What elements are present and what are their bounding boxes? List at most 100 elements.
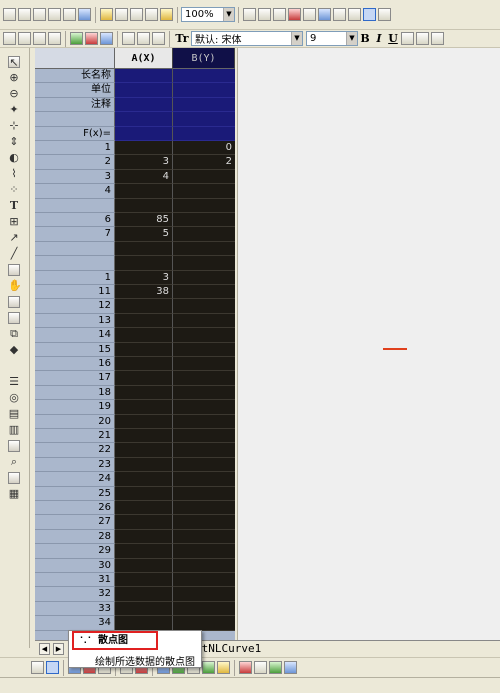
cell-a[interactable] <box>115 443 173 458</box>
bar-plot-icon[interactable] <box>239 661 252 674</box>
meta-cell-a[interactable] <box>115 97 173 113</box>
meta-cell-a[interactable] <box>115 126 173 141</box>
row-number[interactable]: 32 <box>35 587 115 602</box>
add-column-icon[interactable] <box>18 32 31 45</box>
row-number[interactable]: 15 <box>35 342 115 357</box>
cell-b[interactable] <box>173 443 235 458</box>
cell-a[interactable] <box>115 573 173 588</box>
cell-a[interactable] <box>115 385 173 401</box>
layer-icon[interactable] <box>378 8 391 21</box>
row-number[interactable]: 17 <box>35 371 115 386</box>
cell-b[interactable] <box>173 371 235 386</box>
cell-b[interactable] <box>173 256 235 271</box>
row-number[interactable]: 19 <box>35 400 115 415</box>
meta-cell-b[interactable] <box>173 83 235 98</box>
underline-button[interactable]: U <box>386 32 400 45</box>
cell-b[interactable] <box>173 213 235 228</box>
cell-b[interactable] <box>173 241 235 257</box>
tab-prev-icon[interactable]: ◀ <box>39 643 50 655</box>
zoom-select[interactable]: 100% ▼ <box>181 7 235 22</box>
cell-a[interactable] <box>115 357 173 372</box>
copy-format-icon[interactable] <box>3 32 16 45</box>
cell-b[interactable] <box>173 169 235 185</box>
cell-a[interactable] <box>115 472 173 487</box>
cell-a[interactable] <box>115 544 173 559</box>
hand-tool-icon[interactable]: ✋ <box>8 280 22 292</box>
cell-a[interactable] <box>115 501 173 516</box>
row-number[interactable]: 29 <box>35 544 115 559</box>
grid-tool-icon[interactable]: ⊞ <box>8 216 20 228</box>
cell-b[interactable] <box>173 429 235 444</box>
new-project-icon[interactable] <box>3 8 16 21</box>
row-number[interactable]: 25 <box>35 486 115 501</box>
cell-b[interactable] <box>173 357 235 372</box>
line-plot-icon[interactable] <box>31 661 44 674</box>
new-graph-icon[interactable] <box>33 8 46 21</box>
pointer-icon[interactable]: ↖ <box>8 56 20 69</box>
row-number[interactable] <box>35 198 115 213</box>
row-number[interactable]: 21 <box>35 429 115 444</box>
meta-cell-b[interactable] <box>173 126 235 141</box>
row-number[interactable]: 24 <box>35 472 115 487</box>
scatter-plot-menu-item[interactable]: · · · 散点图 <box>72 631 158 650</box>
row-number[interactable]: 34 <box>35 616 115 631</box>
screen-reader-icon[interactable]: ✦ <box>8 104 20 116</box>
3d-plot-icon[interactable] <box>284 661 297 674</box>
cell-a[interactable] <box>115 486 173 501</box>
region-icon[interactable]: ⁘ <box>8 184 20 196</box>
row-number[interactable]: 3 <box>35 169 115 185</box>
subscript-icon[interactable] <box>416 32 429 45</box>
row-number[interactable]: 16 <box>35 357 115 372</box>
cell-b[interactable] <box>173 400 235 415</box>
cell-b[interactable] <box>173 328 235 343</box>
row-number[interactable]: 31 <box>35 573 115 588</box>
cell-a[interactable] <box>115 184 173 199</box>
cell-a[interactable] <box>115 457 173 473</box>
row-number[interactable]: 1 <box>35 270 115 285</box>
row-number[interactable]: 11 <box>35 285 115 300</box>
cell-a[interactable] <box>115 299 173 314</box>
save-template-icon[interactable] <box>145 8 158 21</box>
set-column-icon[interactable] <box>33 32 46 45</box>
row-number[interactable] <box>35 241 115 257</box>
picture-tool-icon[interactable] <box>8 440 20 452</box>
cell-b[interactable] <box>173 544 235 559</box>
cell-a[interactable] <box>115 328 173 343</box>
cell-a[interactable] <box>115 198 173 213</box>
stock-chart-icon[interactable] <box>202 661 215 674</box>
object-tool-icon[interactable]: ◎ <box>8 392 20 404</box>
cell-a[interactable] <box>115 141 173 156</box>
row-number[interactable]: 4 <box>35 184 115 199</box>
cell-a[interactable] <box>115 400 173 415</box>
meta-cell-a[interactable] <box>115 83 173 98</box>
cell-b[interactable] <box>173 601 235 617</box>
meta-row-label[interactable]: 单位 <box>35 83 115 98</box>
data-reader-icon[interactable]: ⊹ <box>8 120 20 132</box>
italic-button[interactable]: I <box>372 32 386 45</box>
cell-b[interactable] <box>173 414 235 429</box>
meta-row-label[interactable]: F(x)= <box>35 126 115 141</box>
column-header-b[interactable]: B(Y) <box>173 48 235 69</box>
sheet-tab[interactable]: itNLCurve1 <box>195 642 261 655</box>
cell-a[interactable]: 3 <box>115 270 173 285</box>
waterfall-plot-icon[interactable] <box>269 661 282 674</box>
search-icon[interactable]: ⌕ <box>8 456 20 468</box>
vector-plot-icon[interactable] <box>254 661 267 674</box>
text-tool-icon[interactable]: T <box>8 200 20 212</box>
row-number[interactable]: 28 <box>35 529 115 545</box>
arrow-tool-icon[interactable]: ↗ <box>8 232 20 244</box>
paste-icon[interactable] <box>152 32 165 45</box>
chevron-down-icon[interactable]: ▼ <box>291 32 302 45</box>
draw-data-icon[interactable]: ⌇ <box>8 168 20 180</box>
graph-tool-icon[interactable] <box>8 296 20 308</box>
fill-tool-icon[interactable]: ◆ <box>8 344 20 356</box>
statistics-icon[interactable] <box>100 32 113 45</box>
cell-a[interactable] <box>115 515 173 530</box>
cell-b[interactable] <box>173 313 235 329</box>
import-icon[interactable] <box>160 8 173 21</box>
cell-a[interactable] <box>115 558 173 573</box>
row-number[interactable]: 30 <box>35 558 115 573</box>
cell-b[interactable] <box>173 558 235 573</box>
cell-a[interactable] <box>115 616 173 631</box>
meta-cell-b[interactable] <box>173 97 235 113</box>
